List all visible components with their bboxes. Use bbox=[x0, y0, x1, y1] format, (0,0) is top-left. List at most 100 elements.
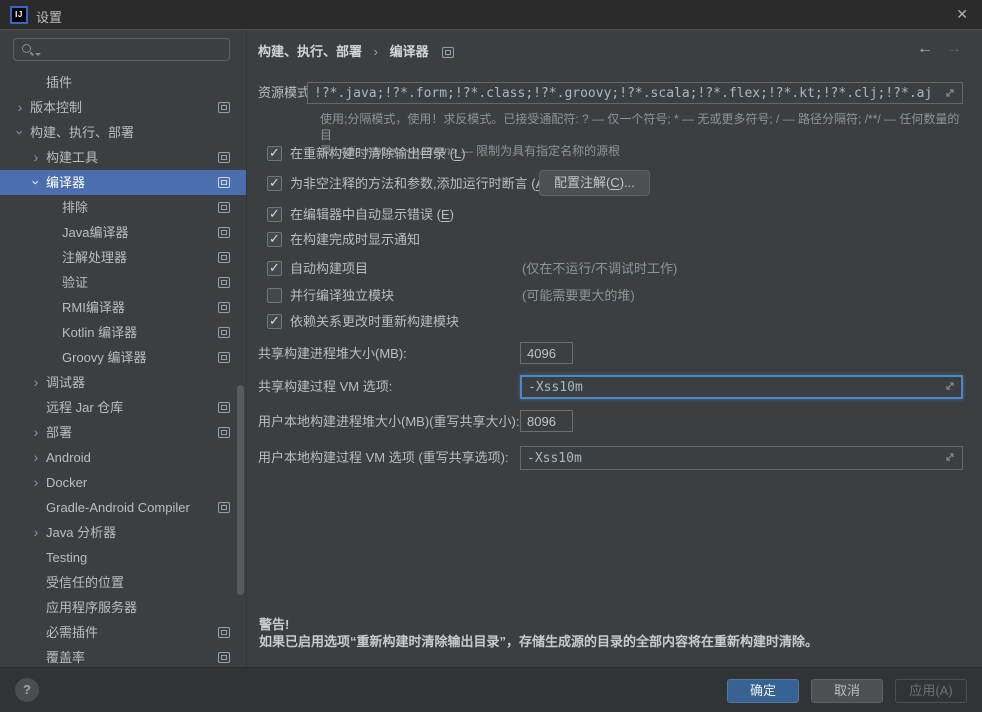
chevron-expanded-icon[interactable]: › bbox=[8, 127, 33, 139]
sidebar-item-docker[interactable]: ›Docker bbox=[0, 470, 246, 495]
sidebar-item-label: 验证 bbox=[62, 270, 88, 295]
checkbox[interactable] bbox=[267, 207, 282, 222]
close-icon[interactable]: ✕ bbox=[956, 6, 968, 23]
field-row: 共享构建进程堆大小(MB): bbox=[247, 342, 982, 366]
cancel-button[interactable]: 取消 bbox=[811, 679, 883, 703]
checkbox[interactable] bbox=[267, 232, 282, 247]
resource-patterns-label: 资源模式: bbox=[258, 82, 314, 104]
sidebar-item-rmi-compiler[interactable]: RMI编译器 bbox=[0, 295, 246, 320]
expand-icon[interactable] bbox=[944, 451, 956, 463]
sidebar-item-build-execution-deployment[interactable]: ›构建、执行、部署 bbox=[0, 120, 246, 145]
sidebar-item-label: Java 分析器 bbox=[46, 520, 116, 545]
ok-button[interactable]: 确定 bbox=[727, 679, 799, 703]
search-options-caret-icon[interactable] bbox=[35, 53, 41, 56]
sidebar-item-remote-jar-repositories[interactable]: 远程 Jar 仓库 bbox=[0, 395, 246, 420]
chevron-collapsed-icon[interactable]: › bbox=[14, 95, 26, 120]
checkbox-label[interactable]: 为非空注释的方法和参数,添加运行时断言 (A) bbox=[290, 176, 549, 191]
field-row: 共享构建过程 VM 选项: bbox=[247, 375, 982, 399]
panel-icon bbox=[218, 177, 230, 188]
sidebar-item-validation[interactable]: 验证 bbox=[0, 270, 246, 295]
expand-icon[interactable] bbox=[944, 380, 956, 392]
checkbox[interactable] bbox=[267, 261, 282, 276]
search-icon bbox=[22, 44, 31, 53]
search-box[interactable] bbox=[13, 38, 230, 61]
sidebar-item-label: 受信任的位置 bbox=[46, 570, 124, 595]
breadcrumb-segment[interactable]: 编译器 bbox=[390, 44, 429, 59]
forward-arrow-icon: → bbox=[946, 40, 962, 58]
sidebar-item-label: 覆盖率 bbox=[46, 645, 85, 667]
chevron-collapsed-icon[interactable]: › bbox=[30, 520, 42, 545]
checkbox-hint: (仅在不运行/不调试时工作) bbox=[522, 257, 677, 281]
sidebar-item-gradle-android-compiler[interactable]: Gradle-Android Compiler bbox=[0, 495, 246, 520]
help-button[interactable]: ? bbox=[15, 678, 39, 702]
chevron-collapsed-icon[interactable]: › bbox=[30, 370, 42, 395]
sidebar-item-compiler[interactable]: ›编译器 bbox=[0, 170, 246, 195]
expand-icon[interactable] bbox=[944, 87, 956, 99]
sidebar-item-debugger[interactable]: ›调试器 bbox=[0, 370, 246, 395]
sidebar-item-coverage[interactable]: 覆盖率 bbox=[0, 645, 246, 667]
checkbox-row: 在重新构建时清除输出目录 (L) bbox=[267, 142, 982, 166]
apply-button: 应用(A) bbox=[895, 679, 967, 703]
sidebar-item-application-servers[interactable]: 应用程序服务器 bbox=[0, 595, 246, 620]
sidebar-item-java-compiler[interactable]: Java编译器 bbox=[0, 220, 246, 245]
warning-text: 如果已启用选项“重新构建时清除输出目录”，存储生成源的目录的全部内容将在重新构建… bbox=[259, 631, 970, 650]
window-title: 设置 bbox=[36, 7, 62, 26]
dialog-button-bar: ? 确定 取消 应用(A) bbox=[0, 667, 982, 712]
sidebar-item-label: 排除 bbox=[62, 195, 88, 220]
chevron-collapsed-icon[interactable]: › bbox=[30, 445, 42, 470]
sidebar-item-plugins[interactable]: 插件 bbox=[0, 70, 246, 95]
sidebar-scrollbar-thumb[interactable] bbox=[237, 385, 244, 595]
checkbox[interactable] bbox=[267, 314, 282, 329]
panel-icon bbox=[218, 202, 230, 213]
checkbox-label[interactable]: 在重新构建时清除输出目录 (L) bbox=[290, 146, 466, 161]
sidebar-item-groovy-compiler[interactable]: Groovy 编译器 bbox=[0, 345, 246, 370]
checkbox-label[interactable]: 在编辑器中自动显示错误 (E) bbox=[290, 207, 454, 222]
sidebar-item-kotlin-compiler[interactable]: Kotlin 编译器 bbox=[0, 320, 246, 345]
panel-icon bbox=[218, 277, 230, 288]
sidebar-item-label: 必需插件 bbox=[46, 620, 98, 645]
sidebar-item-label: 应用程序服务器 bbox=[46, 595, 137, 620]
checkbox-row: 在构建完成时显示通知 bbox=[267, 228, 982, 252]
checkbox[interactable] bbox=[267, 146, 282, 161]
chevron-expanded-icon[interactable]: › bbox=[24, 177, 49, 189]
checkbox-label[interactable]: 在构建完成时显示通知 bbox=[290, 232, 420, 247]
search-input[interactable] bbox=[44, 40, 224, 59]
sidebar-item-testing[interactable]: Testing bbox=[0, 545, 246, 570]
sidebar-item-excludes[interactable]: 排除 bbox=[0, 195, 246, 220]
chevron-collapsed-icon[interactable]: › bbox=[30, 420, 42, 445]
panel-icon bbox=[218, 302, 230, 313]
shared-vm-options-field[interactable] bbox=[520, 375, 963, 399]
settings-dialog: IJ 设置 ✕ 插件›版本控制›构建、执行、部署›构建工具›编译器排除Java编… bbox=[0, 0, 982, 712]
user-local-heap-size-field[interactable] bbox=[520, 410, 573, 432]
sidebar-item-version-control[interactable]: ›版本控制 bbox=[0, 95, 246, 120]
back-arrow-icon[interactable]: ← bbox=[917, 40, 933, 58]
sidebar-item-deployment[interactable]: ›部署 bbox=[0, 420, 246, 445]
panel-icon bbox=[218, 227, 230, 238]
resource-patterns-input[interactable] bbox=[307, 82, 963, 104]
sidebar-item-label: Java编译器 bbox=[62, 220, 128, 245]
checkbox-label[interactable]: 依赖关系更改时重新构建模块 bbox=[290, 314, 459, 329]
sidebar-item-build-tools[interactable]: ›构建工具 bbox=[0, 145, 246, 170]
sidebar-item-label: Gradle-Android Compiler bbox=[46, 495, 190, 520]
panel-icon bbox=[218, 502, 230, 513]
sidebar-item-android[interactable]: ›Android bbox=[0, 445, 246, 470]
user-local-vm-options-field[interactable] bbox=[520, 446, 963, 470]
checkbox[interactable] bbox=[267, 176, 282, 191]
chevron-collapsed-icon[interactable]: › bbox=[30, 145, 42, 170]
breadcrumb-segment[interactable]: 构建、执行、部署 bbox=[258, 44, 362, 59]
sidebar-item-required-plugins[interactable]: 必需插件 bbox=[0, 620, 246, 645]
sidebar-item-annotation-processors[interactable]: 注解处理器 bbox=[0, 245, 246, 270]
chevron-collapsed-icon[interactable]: › bbox=[30, 470, 42, 495]
sidebar-item-label: 部署 bbox=[46, 420, 72, 445]
field-label: 共享构建进程堆大小(MB): bbox=[258, 342, 407, 366]
checkbox[interactable] bbox=[267, 288, 282, 303]
sidebar-item-java-profiler[interactable]: ›Java 分析器 bbox=[0, 520, 246, 545]
configure-annotations-button[interactable]: 配置注解(C)... bbox=[539, 170, 650, 196]
checkbox-label[interactable]: 自动构建项目 bbox=[290, 261, 368, 276]
panel-icon bbox=[218, 652, 230, 663]
sidebar-item-trusted-locations[interactable]: 受信任的位置 bbox=[0, 570, 246, 595]
compiler-settings-panel: 构建、执行、部署 › 编译器 ← → 资源模式: 使用;分隔模式，使用！求反模式… bbox=[246, 30, 982, 667]
checkbox-hint: (可能需要更大的堆) bbox=[522, 284, 635, 308]
checkbox-label[interactable]: 并行编译独立模块 bbox=[290, 288, 394, 303]
shared-heap-size-field[interactable] bbox=[520, 342, 573, 364]
